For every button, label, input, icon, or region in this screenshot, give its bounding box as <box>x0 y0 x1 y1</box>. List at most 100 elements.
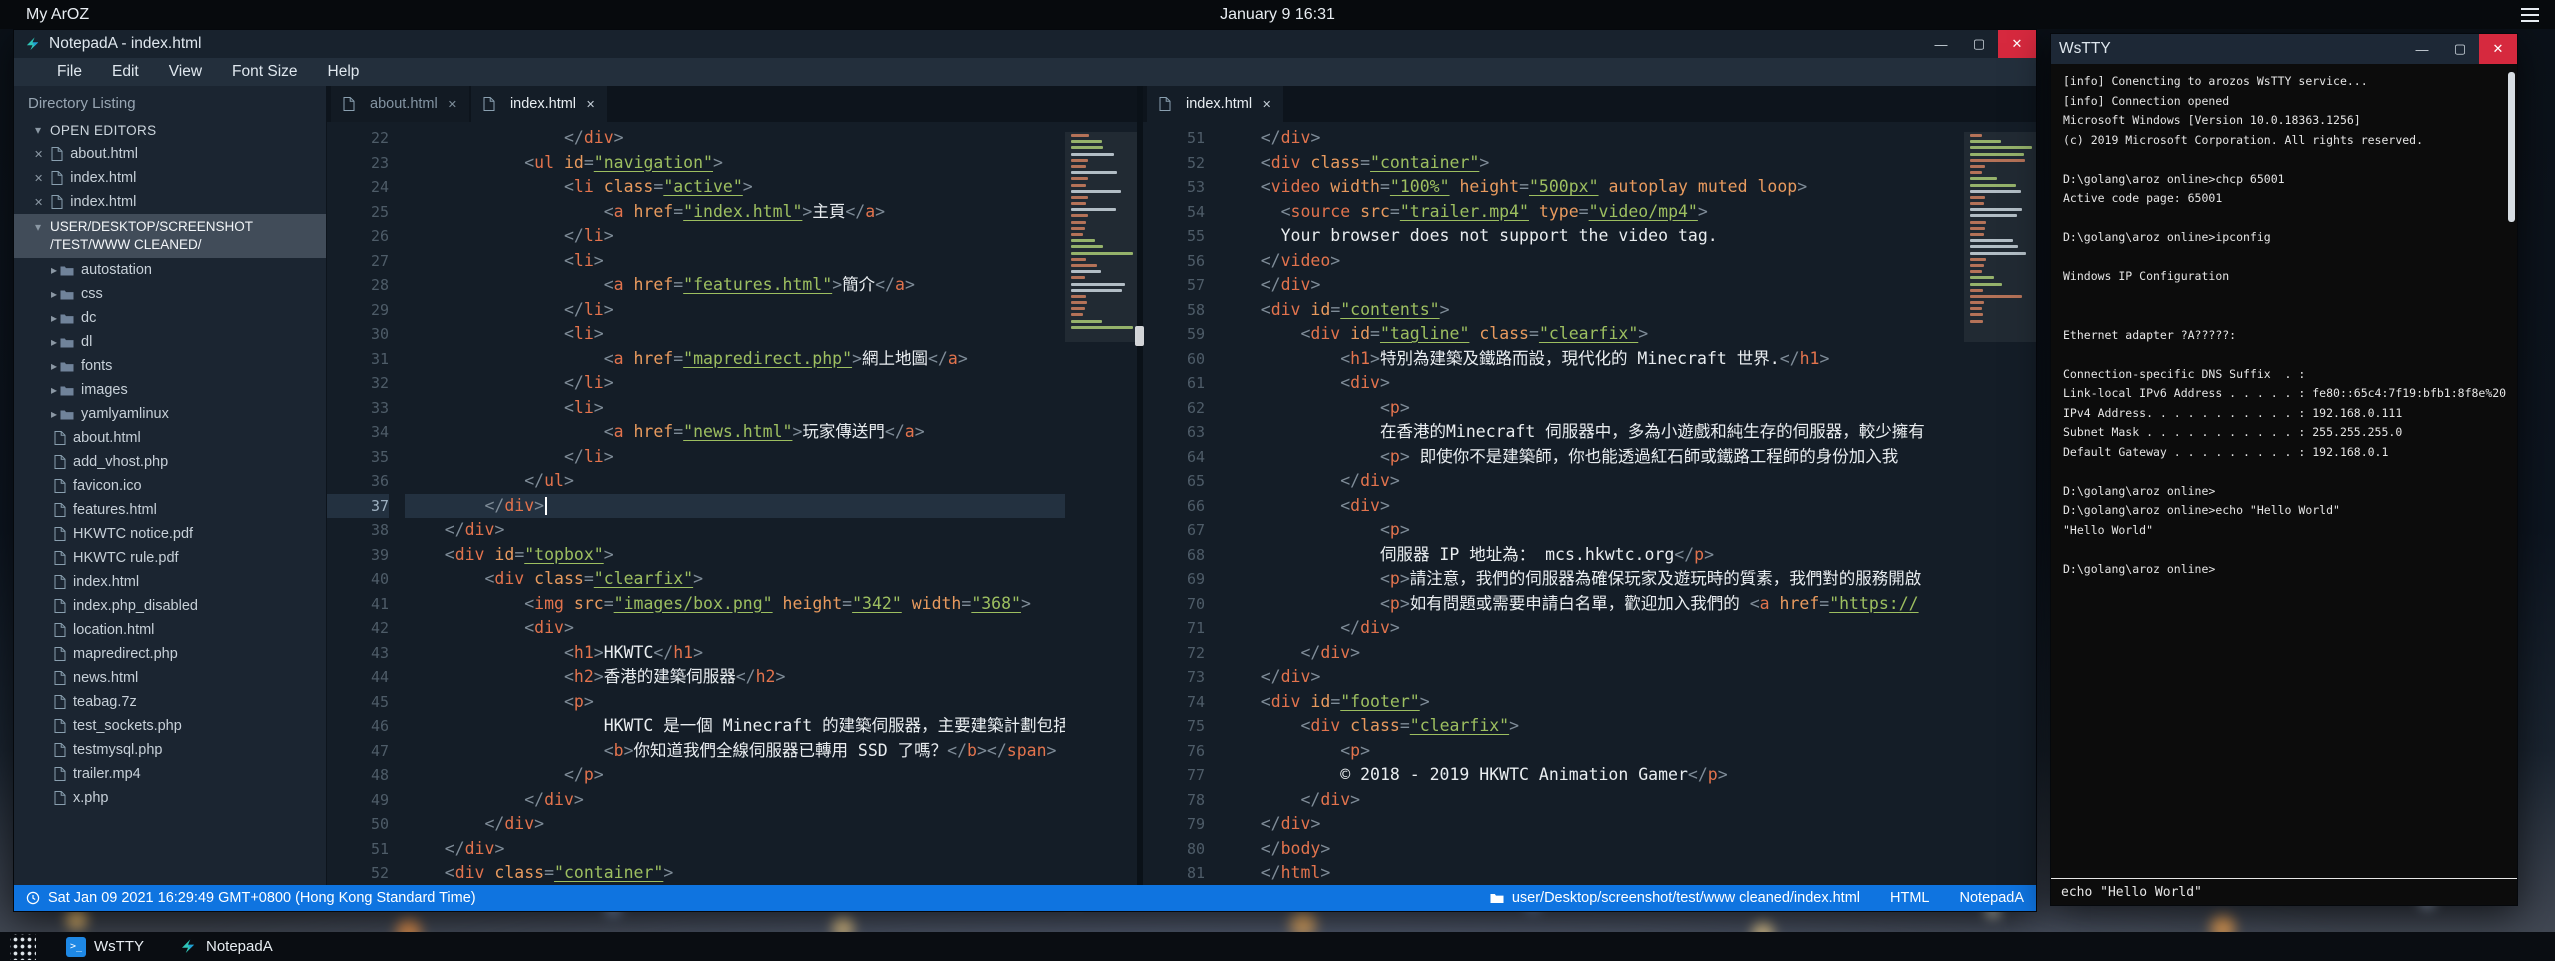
code-content[interactable]: </div> <ul id="navigation"> <li class="a… <box>405 126 1065 885</box>
status-language-mode[interactable]: HTML <box>1890 890 1929 906</box>
code-line: <source src="trailer.mp4" type="video/mp… <box>1221 200 1964 225</box>
tree-file[interactable]: favicon.ico <box>14 474 326 498</box>
tree-file[interactable]: location.html <box>14 618 326 642</box>
folder-icon <box>60 313 74 324</box>
tree-file[interactable]: trailer.mp4 <box>14 762 326 786</box>
tree-file[interactable]: index.php_disabled <box>14 594 326 618</box>
tree-folder[interactable]: ▸fonts <box>14 354 326 378</box>
file-label: HKWTC notice.pdf <box>73 526 193 542</box>
tree-file[interactable]: testmysql.php <box>14 738 326 762</box>
tab-index.html[interactable]: index.html✕ <box>1147 86 1283 122</box>
tree-folder[interactable]: ▸dc <box>14 306 326 330</box>
code-content[interactable]: </div> <div class="container"> <video wi… <box>1221 126 1964 885</box>
menu-item-file[interactable]: File <box>42 63 97 81</box>
close-icon[interactable]: ✕ <box>448 98 457 111</box>
menu-item-help[interactable]: Help <box>313 63 375 81</box>
tree-file[interactable]: features.html <box>14 498 326 522</box>
close-icon[interactable]: ✕ <box>34 196 43 209</box>
folder-label: dl <box>81 334 92 350</box>
code-line: 在香港的Minecraft 伺服器中，多為小遊戲和純生存的伺服器，較少擁有 <box>1221 420 1964 445</box>
tree-root-folder[interactable]: ▾USER/DESKTOP/SCREENSHOT/TEST/WWW CLEANE… <box>14 214 326 258</box>
line-number: 49 <box>327 788 389 813</box>
line-number: 43 <box>327 641 389 666</box>
minimize-button[interactable]: — <box>2403 34 2441 64</box>
wstty-titlebar[interactable]: WsTTY — ▢ ✕ <box>2051 34 2517 64</box>
topbar-clock: January 9 16:31 <box>0 6 2555 24</box>
minimize-button[interactable]: — <box>1922 30 1960 58</box>
file-icon <box>54 647 66 661</box>
line-number: 50 <box>327 812 389 837</box>
minimap[interactable] <box>1964 126 2036 885</box>
scrollbar[interactable] <box>2508 72 2515 222</box>
maximize-button[interactable]: ▢ <box>1960 30 1998 58</box>
tree-file[interactable]: mapredirect.php <box>14 642 326 666</box>
taskbar-item-wstty[interactable]: >_ WsTTY <box>62 932 148 961</box>
code-editor[interactable]: 5152535455565758596061626364656667686970… <box>1143 122 2036 885</box>
close-button[interactable]: ✕ <box>1998 30 2036 58</box>
terminal-line: D:\golang\aroz online>ipconfig <box>2063 228 2505 248</box>
open-editor-item[interactable]: ✕index.html <box>14 190 326 214</box>
app-launcher-icon[interactable] <box>10 934 36 960</box>
terminal-line <box>2063 150 2505 170</box>
editor-pane-left[interactable]: about.html✕index.html✕ 22232425262728293… <box>327 86 1137 885</box>
close-icon[interactable]: ✕ <box>1262 98 1271 111</box>
tree-file[interactable]: test_sockets.php <box>14 714 326 738</box>
tab-index.html[interactable]: index.html✕ <box>471 86 607 122</box>
code-line: 伺服器 IP 地址為： mcs.hkwtc.org</p> <box>1221 543 1964 568</box>
tree-folder[interactable]: ▸yamlyamlinux <box>14 402 326 426</box>
tree-file[interactable]: news.html <box>14 666 326 690</box>
tree-file[interactable]: x.php <box>14 786 326 810</box>
editor-pane-right[interactable]: index.html✕ 5152535455565758596061626364… <box>1143 86 2036 885</box>
tree-file[interactable]: HKWTC rule.pdf <box>14 546 326 570</box>
minimap-thumb[interactable] <box>1964 132 2036 342</box>
code-line: <p>如有問題或需要申請白名單，歡迎加入我們的 <a href="https:/… <box>1221 592 1964 617</box>
terminal-line: D:\golang\aroz online>echo "Hello World" <box>2063 501 2505 521</box>
line-number: 59 <box>1143 322 1205 347</box>
minimap[interactable] <box>1065 126 1137 885</box>
tree-file[interactable]: about.html <box>14 426 326 450</box>
hamburger-menu-icon[interactable] <box>2521 8 2555 22</box>
chevron-down-icon: ▾ <box>32 123 44 137</box>
menu-item-font-size[interactable]: Font Size <box>217 63 312 81</box>
notepada-titlebar[interactable]: NotepadA - index.html — ▢ ✕ <box>14 30 2036 58</box>
open-editors-header[interactable]: ▾OPEN EDITORS <box>14 118 326 142</box>
terminal-output[interactable]: [info] Conencting to arozos WsTTY servic… <box>2051 64 2517 878</box>
terminal-input[interactable]: echo "Hello World" <box>2051 878 2517 905</box>
close-icon[interactable]: ✕ <box>586 98 595 111</box>
open-editor-item[interactable]: ✕index.html <box>14 166 326 190</box>
arozos-start-menu[interactable]: My ArOZ <box>0 6 89 24</box>
open-editor-item[interactable]: ✕about.html <box>14 142 326 166</box>
status-file-path[interactable]: user/Desktop/screenshot/test/www cleaned… <box>1512 890 1860 906</box>
terminal-line: Link-local IPv6 Address . . . . . : fe80… <box>2063 384 2505 404</box>
tree-file[interactable]: index.html <box>14 570 326 594</box>
code-line: </div> <box>405 126 1065 151</box>
minimap-thumb[interactable] <box>1065 132 1137 342</box>
file-label: HKWTC rule.pdf <box>73 550 179 566</box>
tree-file[interactable]: add_vhost.php <box>14 450 326 474</box>
close-icon[interactable]: ✕ <box>34 148 43 161</box>
maximize-button[interactable]: ▢ <box>2441 34 2479 64</box>
tab-about.html[interactable]: about.html✕ <box>331 86 469 122</box>
tree-file[interactable]: HKWTC notice.pdf <box>14 522 326 546</box>
close-button[interactable]: ✕ <box>2479 34 2517 64</box>
close-icon[interactable]: ✕ <box>34 172 43 185</box>
tree-file[interactable]: teabag.7z <box>14 690 326 714</box>
line-number: 31 <box>327 347 389 372</box>
menu-item-edit[interactable]: Edit <box>97 63 154 81</box>
line-number: 25 <box>327 200 389 225</box>
tree-folder[interactable]: ▸css <box>14 282 326 306</box>
code-line: </p> <box>405 763 1065 788</box>
line-number: 76 <box>1143 739 1205 764</box>
taskbar-item-notepada[interactable]: NotepadA <box>174 932 277 961</box>
clock-icon <box>26 891 40 905</box>
sidebar-header: Directory Listing <box>14 86 326 118</box>
menu-item-view[interactable]: View <box>154 63 217 81</box>
terminal-line: Connection-specific DNS Suffix . : <box>2063 365 2505 385</box>
tree-folder[interactable]: ▸autostation <box>14 258 326 282</box>
tree-folder[interactable]: ▸dl <box>14 330 326 354</box>
code-line: </li> <box>405 298 1065 323</box>
code-line: </div> <box>1221 665 1964 690</box>
tree-folder[interactable]: ▸images <box>14 378 326 402</box>
code-editor[interactable]: 2223242526272829303132333435363738394041… <box>327 122 1137 885</box>
code-line: </ul> <box>405 469 1065 494</box>
